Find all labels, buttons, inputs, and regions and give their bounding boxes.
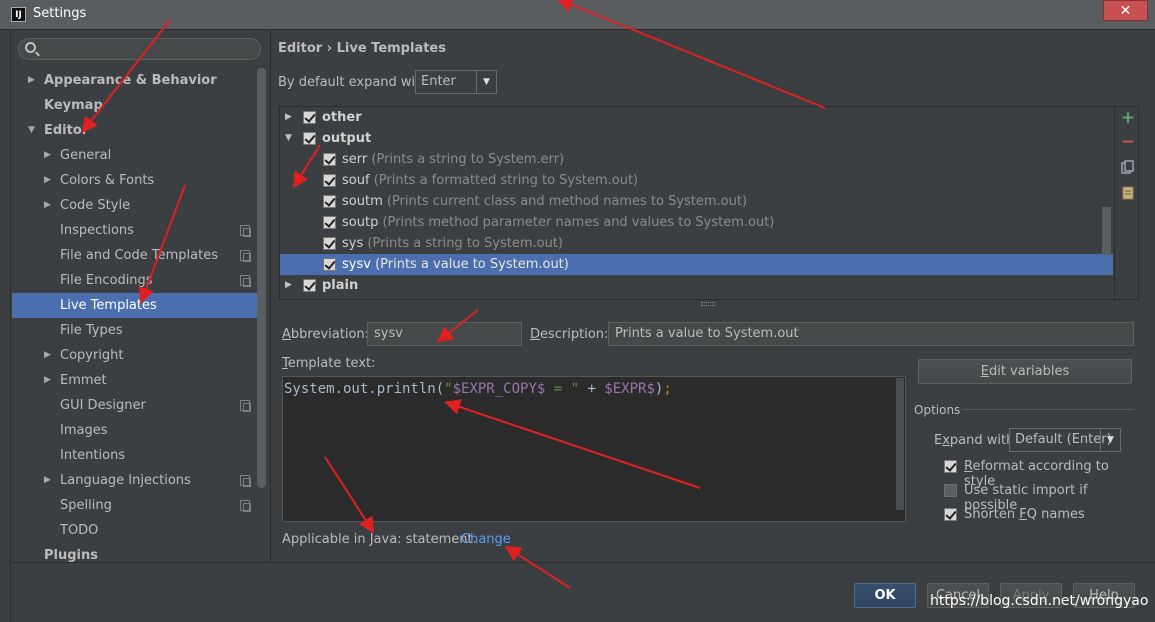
annotation-arrow — [444, 399, 701, 489]
annotation-arrow — [324, 456, 375, 534]
annotation-arrow — [504, 545, 571, 589]
annotation-arrows-overlay — [81, 0, 826, 589]
annotation-arrow — [138, 184, 186, 304]
annotation-arrow — [556, 0, 826, 109]
annotation-arrow — [436, 309, 479, 343]
annotation-arrow — [292, 144, 321, 189]
annotation-arrow — [81, 19, 171, 134]
